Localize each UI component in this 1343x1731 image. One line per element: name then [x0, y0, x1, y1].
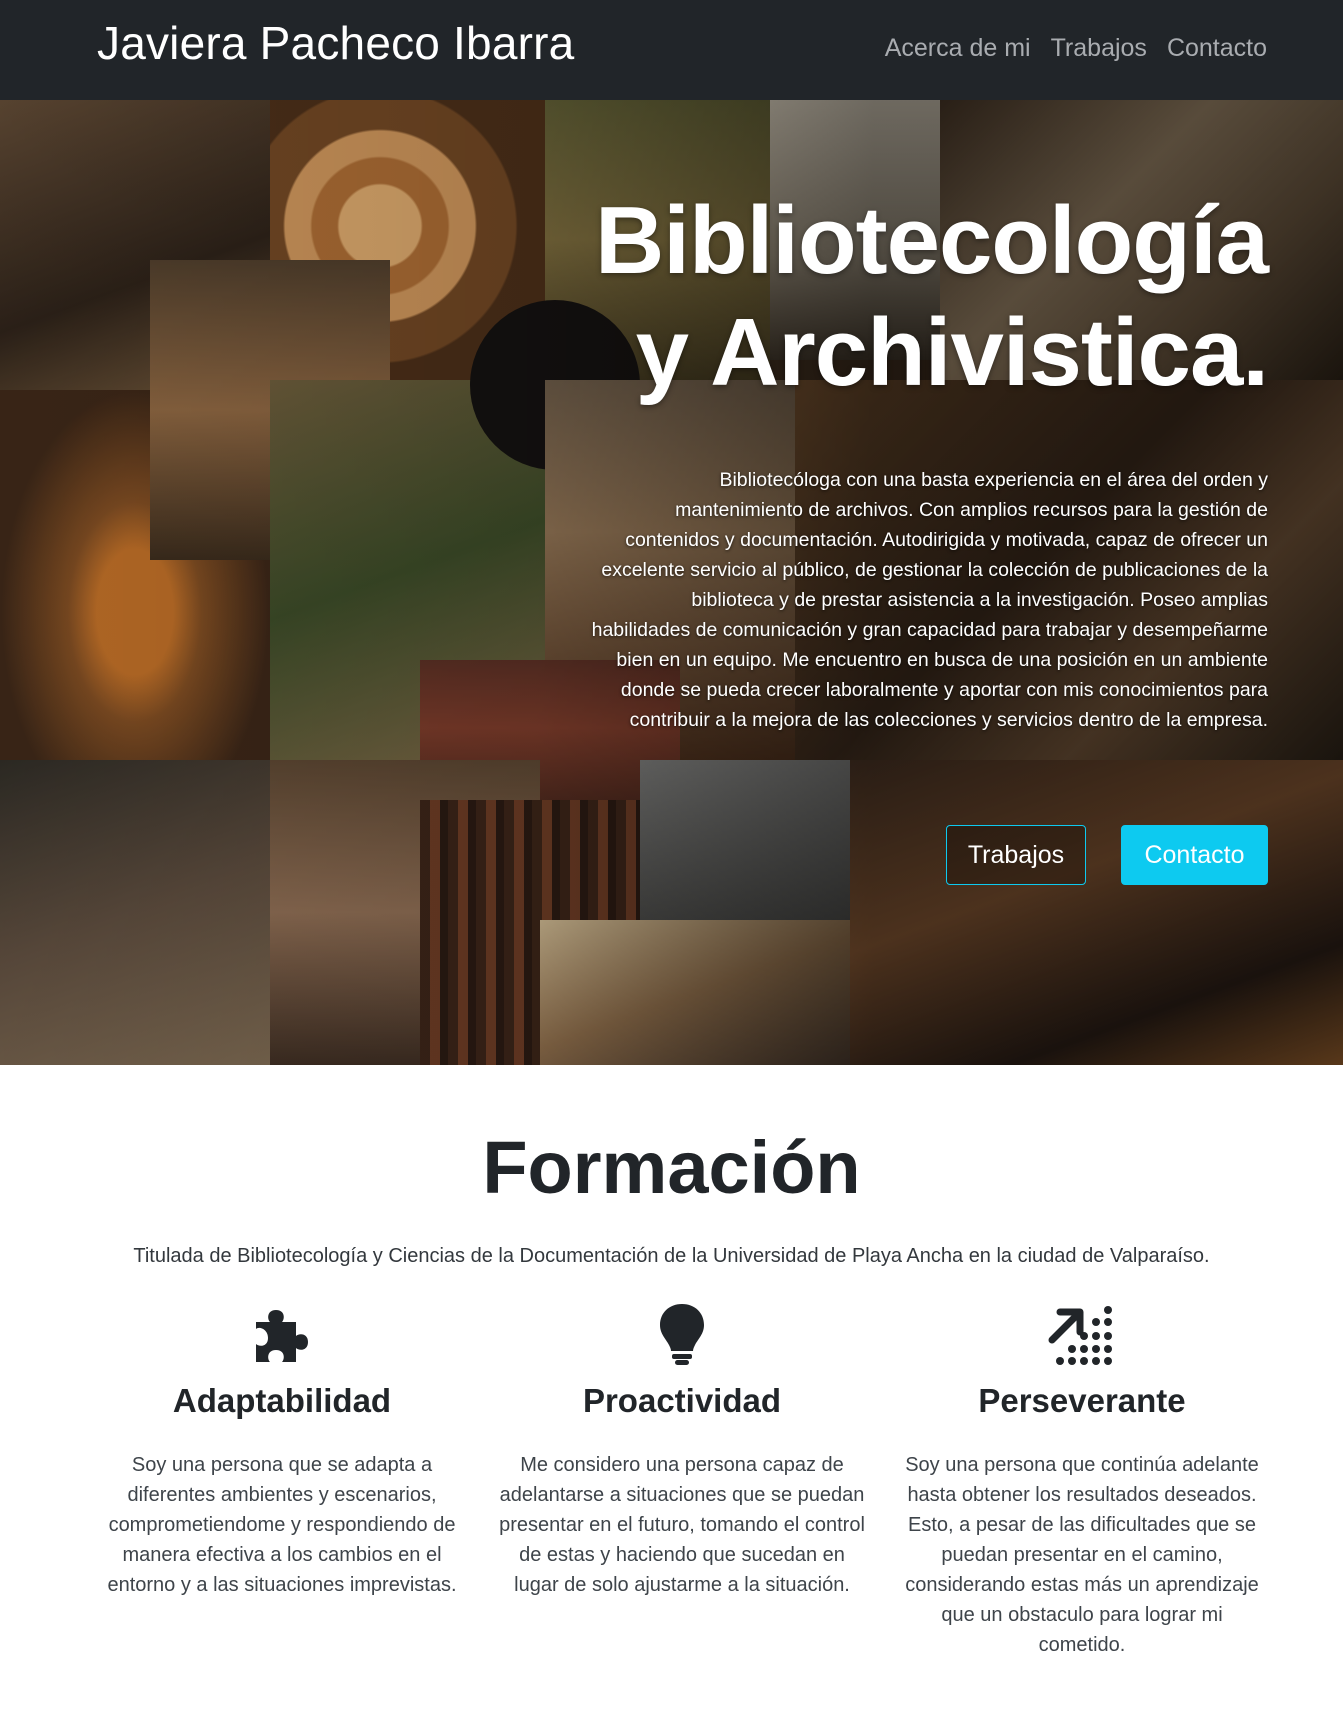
- nav-link-acerca[interactable]: Acerca de mi: [885, 34, 1031, 63]
- feature-text: Soy una persona que se adapta a diferent…: [107, 1454, 457, 1596]
- formacion-title: Formación: [482, 1126, 861, 1209]
- hero-section: Bibliotecología y Archivistica. Bibliote…: [0, 100, 1343, 1065]
- hero-description: Bibliotecóloga con una basta experiencia…: [591, 469, 1268, 731]
- feature-text: Soy una persona que continúa adelante ha…: [905, 1454, 1259, 1656]
- lightbulb-icon: [496, 1298, 868, 1370]
- feature-adaptabilidad: Adaptabilidad Soy una persona que se ada…: [96, 1298, 468, 1600]
- feature-perseverante: Perseverante Soy una persona que continú…: [896, 1298, 1268, 1660]
- arrow-dots-icon: [896, 1298, 1268, 1370]
- top-navbar: Javiera Pacheco Ibarra Acerca de mi Trab…: [0, 0, 1343, 100]
- hero-title: Bibliotecología y Archivistica.: [508, 185, 1269, 409]
- contacto-button[interactable]: Contacto: [1121, 825, 1268, 885]
- formacion-lead: Titulada de Bibliotecología y Ciencias d…: [133, 1245, 1210, 1267]
- hero-title-line1: Bibliotecología: [594, 187, 1269, 294]
- brand-name[interactable]: Javiera Pacheco Ibarra: [97, 16, 574, 70]
- nav-link-trabajos[interactable]: Trabajos: [1051, 34, 1147, 63]
- hero-buttons: Trabajos Contacto: [946, 825, 1268, 885]
- trabajos-button[interactable]: Trabajos: [946, 825, 1086, 885]
- nav-links: Acerca de mi Trabajos Contacto: [885, 34, 1267, 63]
- feature-proactividad: Proactividad Me considero una persona ca…: [496, 1298, 868, 1600]
- hero-title-line2: y Archivistica.: [635, 299, 1269, 406]
- puzzle-piece-icon: [96, 1298, 468, 1370]
- feature-title: Perseverante: [978, 1382, 1186, 1419]
- nav-link-contacto[interactable]: Contacto: [1167, 34, 1267, 63]
- feature-title: Adaptabilidad: [172, 1382, 392, 1419]
- feature-text: Me considero una persona capaz de adelan…: [499, 1454, 865, 1596]
- feature-title: Proactividad: [582, 1382, 782, 1419]
